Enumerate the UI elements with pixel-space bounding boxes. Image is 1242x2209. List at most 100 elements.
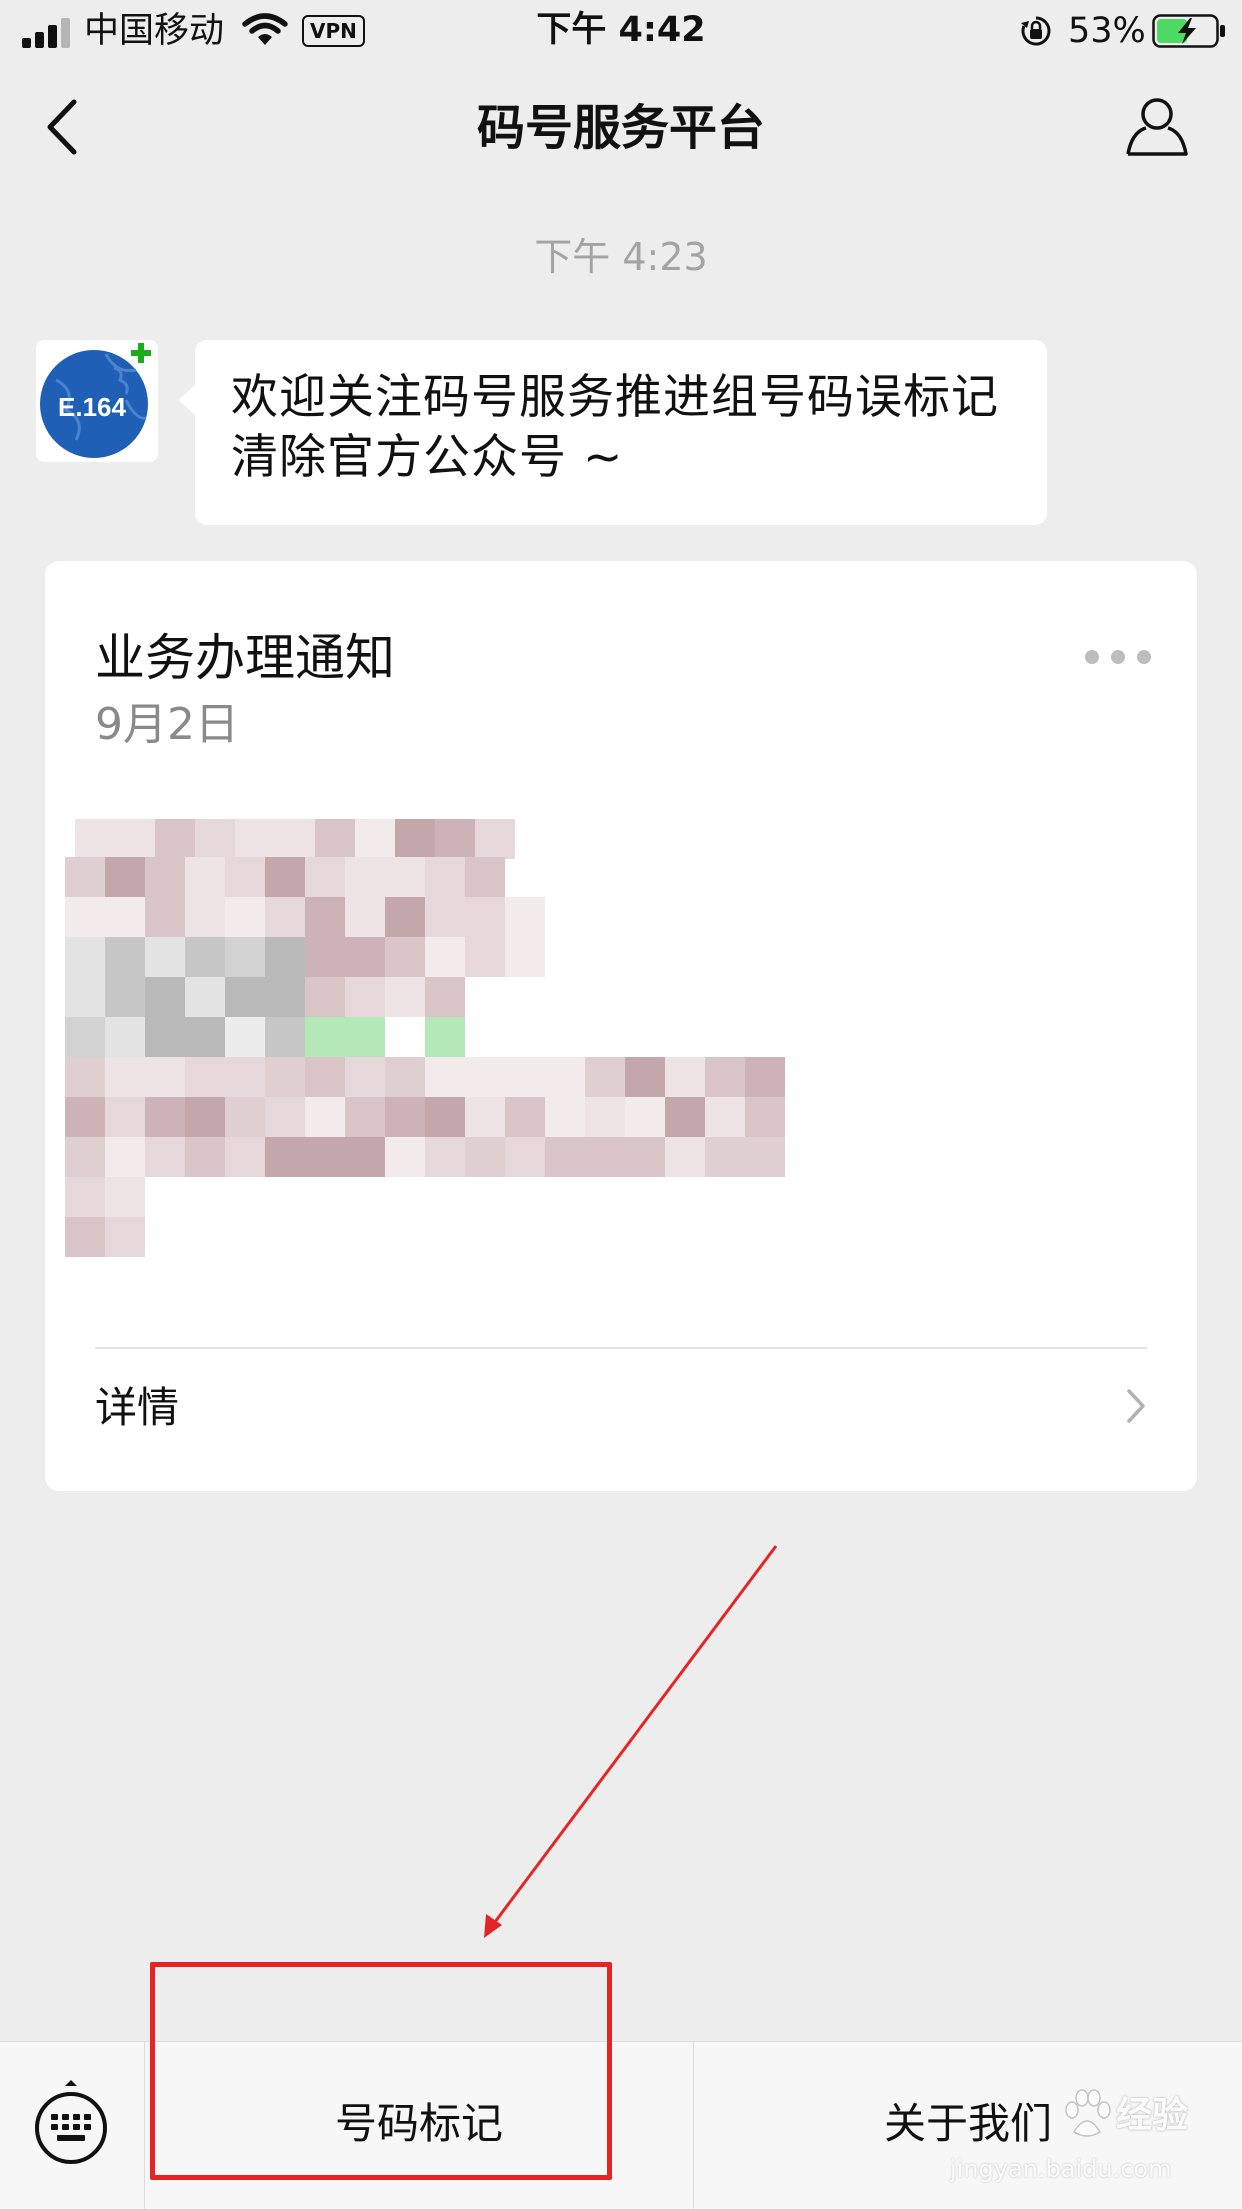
mosaic-tile [195, 819, 235, 859]
mosaic-tile [265, 1017, 305, 1057]
mosaic-tile [665, 1057, 705, 1097]
mosaic-tile [65, 1217, 105, 1257]
card-detail-link[interactable]: 详情 [95, 1369, 179, 1447]
mosaic-tile [155, 819, 195, 859]
mosaic-tile [625, 1057, 665, 1097]
notification-card[interactable]: 业务办理通知 9月2日 详情 [45, 561, 1197, 1491]
mosaic-tile [425, 977, 465, 1017]
mosaic-tile [305, 897, 345, 937]
mosaic-tile [505, 1097, 545, 1137]
mosaic-tile [465, 1057, 505, 1097]
annotation-highlight-box [150, 1962, 612, 2180]
mosaic-tile [225, 857, 265, 897]
mosaic-tile [105, 1097, 145, 1137]
mosaic-tile [345, 1137, 385, 1177]
mosaic-tile [585, 1097, 625, 1137]
mosaic-tile [225, 1097, 265, 1137]
mosaic-tile [105, 857, 145, 897]
mosaic-tile [305, 857, 345, 897]
mosaic-tile [465, 897, 505, 937]
mosaic-tile [705, 1137, 745, 1177]
mosaic-tile [305, 1017, 345, 1057]
mosaic-tile [465, 857, 505, 897]
mosaic-tile [225, 1137, 265, 1177]
mosaic-tile [185, 1057, 225, 1097]
mosaic-tile [315, 819, 355, 859]
mosaic-tile [345, 937, 385, 977]
mosaic-tile [145, 1137, 185, 1177]
mosaic-tile [425, 1017, 465, 1057]
mosaic-tile [65, 1057, 105, 1097]
mosaic-tile [465, 1137, 505, 1177]
mosaic-tile [585, 1057, 625, 1097]
welcome-message-bubble[interactable]: 欢迎关注码号服务推进组号码误标记清除官方公众号 ~ [179, 340, 1047, 525]
mosaic-tile [465, 937, 505, 977]
mosaic-tile [145, 1017, 185, 1057]
mosaic-tile [705, 1097, 745, 1137]
mosaic-tile [425, 857, 465, 897]
mosaic-tile [65, 977, 105, 1017]
card-divider [95, 1347, 1147, 1349]
mosaic-tile [425, 937, 465, 977]
mosaic-tile [305, 1097, 345, 1137]
mosaic-tile [75, 819, 115, 859]
mosaic-tile [305, 937, 345, 977]
mosaic-tile [345, 857, 385, 897]
mosaic-tile [105, 937, 145, 977]
mosaic-tile [435, 819, 475, 859]
status-time: 下午 4:42 [536, 10, 706, 50]
mosaic-tile [425, 1137, 465, 1177]
mosaic-tile [185, 857, 225, 897]
rotation-lock-icon [1021, 16, 1051, 46]
mosaic-tile [505, 1137, 545, 1177]
mosaic-tile [105, 897, 145, 937]
mosaic-tile [545, 1137, 585, 1177]
mosaic-tile [185, 897, 225, 937]
mosaic-tile [385, 857, 425, 897]
mosaic-tile [115, 819, 155, 859]
mosaic-tile [305, 977, 345, 1017]
mosaic-tile [265, 897, 305, 937]
mosaic-tile [145, 937, 185, 977]
official-account-avatar[interactable]: E.164 [36, 340, 158, 462]
mosaic-tile [265, 937, 305, 977]
mosaic-tile [105, 1137, 145, 1177]
mosaic-tile [745, 1137, 785, 1177]
mosaic-tile [505, 937, 545, 977]
mosaic-tile [745, 1097, 785, 1137]
mosaic-tile [145, 1097, 185, 1137]
battery-percent: 53% [1068, 11, 1146, 51]
battery-charging-icon [1152, 14, 1225, 48]
mosaic-tile [475, 819, 515, 859]
mosaic-tile [185, 1137, 225, 1177]
mosaic-tile [665, 1097, 705, 1137]
mosaic-tile [345, 1097, 385, 1137]
mosaic-tile [225, 1057, 265, 1097]
mosaic-tile [345, 1057, 385, 1097]
mosaic-tile [275, 819, 315, 859]
person-icon[interactable] [1124, 94, 1190, 160]
mosaic-tile [425, 1097, 465, 1137]
mosaic-tile [385, 937, 425, 977]
e164-globe-logo: E.164 [40, 343, 151, 458]
mosaic-tile [65, 897, 105, 937]
mosaic-tile [385, 1097, 425, 1137]
watermark-url: jingyan.baidu.com [950, 2155, 1172, 2183]
mosaic-tile [625, 1137, 665, 1177]
mosaic-tile [145, 857, 185, 897]
mosaic-tile [265, 977, 305, 1017]
keyboard-toggle-button[interactable] [0, 2042, 145, 2209]
mosaic-tile [385, 977, 425, 1017]
mosaic-tile [145, 1057, 185, 1097]
mosaic-tile [385, 1057, 425, 1097]
avatar-text: E.164 [58, 392, 126, 422]
mosaic-tile [265, 1057, 305, 1097]
mosaic-tile [625, 1097, 665, 1137]
mosaic-tile [225, 937, 265, 977]
mosaic-tile [185, 1097, 225, 1137]
mosaic-tile [145, 897, 185, 937]
mosaic-tile [585, 1137, 625, 1177]
mosaic-tile [105, 1177, 145, 1217]
mosaic-tile [235, 819, 275, 859]
mosaic-tile [265, 857, 305, 897]
